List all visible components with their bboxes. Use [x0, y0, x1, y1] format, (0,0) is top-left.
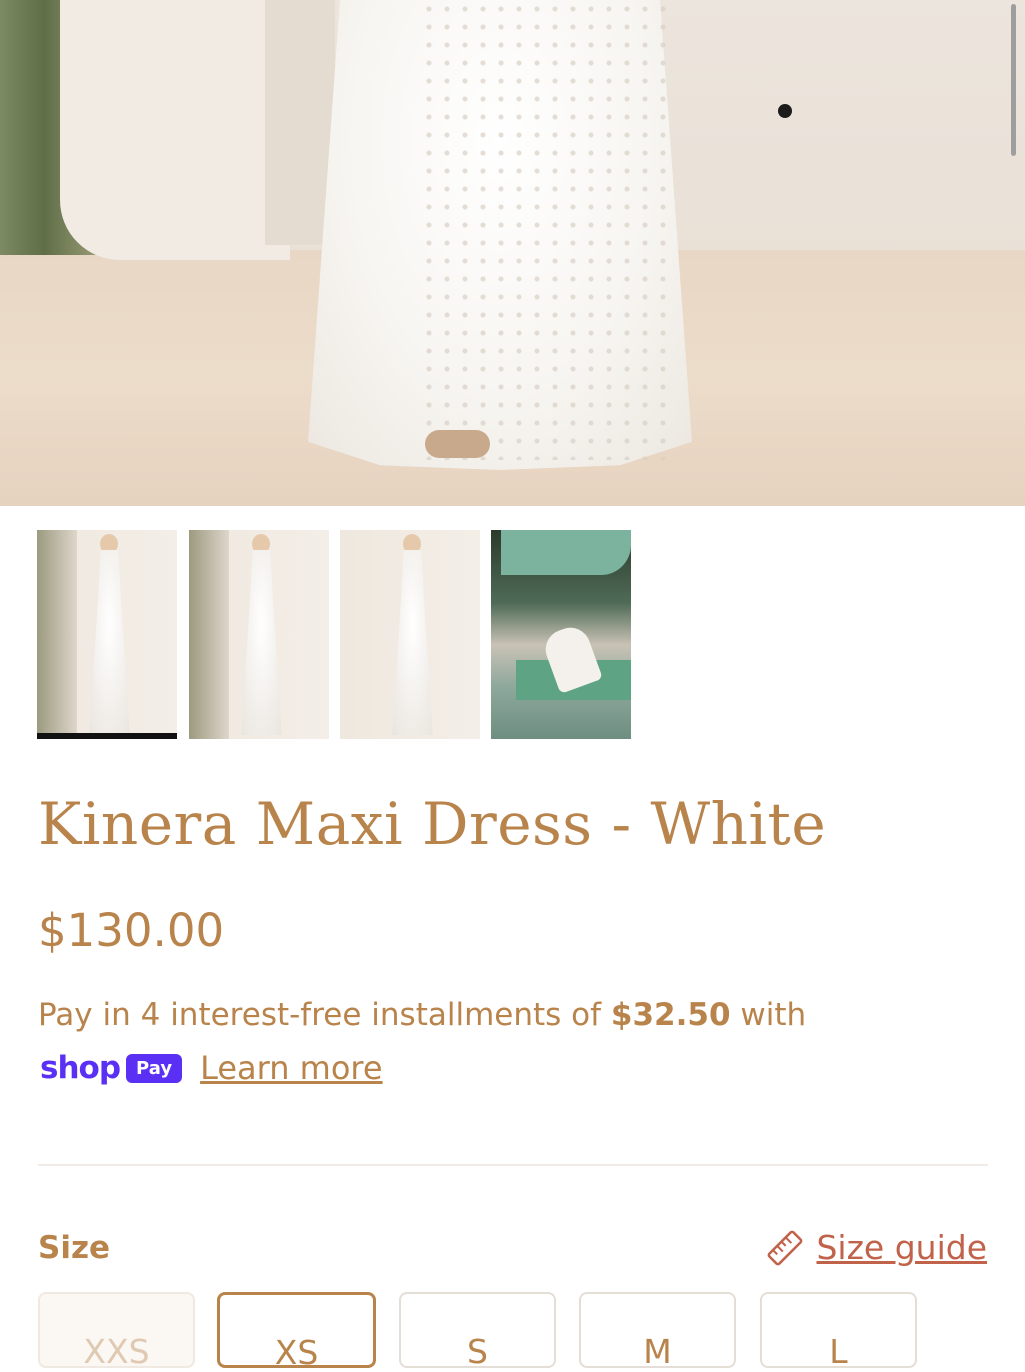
image-lace-pattern	[420, 0, 670, 460]
thumbnail-model-dress	[392, 550, 433, 735]
thumbnail-4[interactable]	[491, 530, 631, 739]
thumbnail-arch	[37, 530, 77, 739]
image-pillar	[265, 0, 335, 245]
product-main-image[interactable]	[0, 0, 1025, 506]
size-option-m[interactable]: M	[579, 1292, 736, 1371]
image-wall-mark	[778, 104, 792, 118]
shop-pay-row: shop Pay Learn more	[40, 1046, 383, 1090]
ruler-icon	[768, 1230, 803, 1265]
size-guide-label: Size guide	[816, 1228, 987, 1267]
installments-prefix: Pay in 4 interest-free installments of	[38, 997, 602, 1033]
installments-suffix: with	[740, 997, 807, 1033]
thumbnail-awning	[501, 530, 631, 575]
installments-amount: $32.50	[610, 997, 731, 1033]
image-arch	[60, 0, 290, 260]
size-option-xs[interactable]: XS	[217, 1292, 376, 1372]
scrollbar[interactable]	[1011, 4, 1016, 156]
product-title: Kinera Maxi Dress - White	[38, 790, 827, 858]
size-option-s[interactable]: S	[399, 1292, 556, 1371]
product-price: $130.00	[38, 904, 225, 957]
size-guide-link[interactable]: Size guide	[766, 1228, 987, 1267]
thumbnail-arch	[189, 530, 229, 739]
section-divider	[38, 1164, 988, 1166]
size-label: Size	[38, 1230, 111, 1266]
thumbnail-1[interactable]	[37, 530, 177, 739]
installments-text: Pay in 4 interest-free installments of $…	[38, 996, 988, 1034]
size-option-xxs[interactable]: XXS	[38, 1292, 195, 1371]
thumbnail-2[interactable]	[189, 530, 329, 739]
image-foot	[425, 430, 490, 458]
learn-more-link[interactable]: Learn more	[200, 1049, 383, 1087]
thumbnail-3[interactable]	[340, 530, 480, 739]
size-option-l[interactable]: L	[760, 1292, 917, 1371]
shop-pay-badge: Pay	[126, 1053, 183, 1083]
thumbnail-model-dress	[89, 550, 130, 735]
shop-logo: shop	[40, 1050, 121, 1086]
thumbnail-model-dress	[241, 550, 282, 735]
